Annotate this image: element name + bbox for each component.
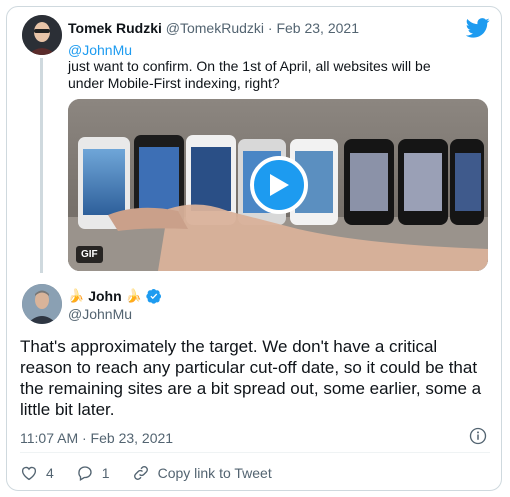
banana-icon: 🍌 <box>68 288 85 303</box>
like-count: 4 <box>46 465 54 481</box>
quoted-tweet-text: just want to confirm. On the 1st of Apri… <box>68 58 431 91</box>
divider <box>20 452 490 453</box>
heart-icon <box>21 466 37 481</box>
verified-badge-icon <box>146 289 161 304</box>
author-display-name[interactable]: John <box>88 288 121 304</box>
gif-badge: GIF <box>76 246 103 263</box>
info-icon[interactable] <box>469 427 487 445</box>
reply-icon <box>78 466 92 481</box>
play-button[interactable] <box>250 156 308 214</box>
author-name-row: 🍌 John 🍌 <box>68 288 162 304</box>
tweet-text: That's approximately the target. We don'… <box>20 337 482 419</box>
quoted-header: Tomek Rudzki @TomekRudzki · Feb 23, 2021 <box>68 20 359 36</box>
quoted-mention-link[interactable]: @JohnMu <box>68 42 132 58</box>
like-button[interactable]: 4 <box>20 464 54 482</box>
quoted-display-name[interactable]: Tomek Rudzki <box>68 20 162 36</box>
tweet-timestamp[interactable]: 11:07 AM · Feb 23, 2021 <box>20 430 173 446</box>
gif-media[interactable]: GIF <box>68 99 488 271</box>
thread-line <box>40 58 43 273</box>
header-separator: · <box>264 20 277 36</box>
play-icon <box>270 174 289 196</box>
copy-link-button[interactable]: Copy link to Tweet <box>132 464 272 482</box>
link-icon <box>133 466 148 480</box>
twitter-bird-icon[interactable] <box>466 18 490 38</box>
avatar-john[interactable] <box>22 284 62 324</box>
quoted-handle[interactable]: @TomekRudzki <box>166 20 264 36</box>
author-handle[interactable]: @JohnMu <box>68 306 132 322</box>
avatar-tomek[interactable] <box>22 15 62 55</box>
quoted-date[interactable]: Feb 23, 2021 <box>276 20 359 36</box>
reply-button[interactable]: 1 <box>76 464 110 482</box>
action-bar: 4 1 Copy link to Tweet <box>20 464 294 482</box>
banana-icon: 🍌 <box>125 288 142 303</box>
copy-link-label: Copy link to Tweet <box>157 465 272 481</box>
reply-count: 1 <box>101 465 110 481</box>
